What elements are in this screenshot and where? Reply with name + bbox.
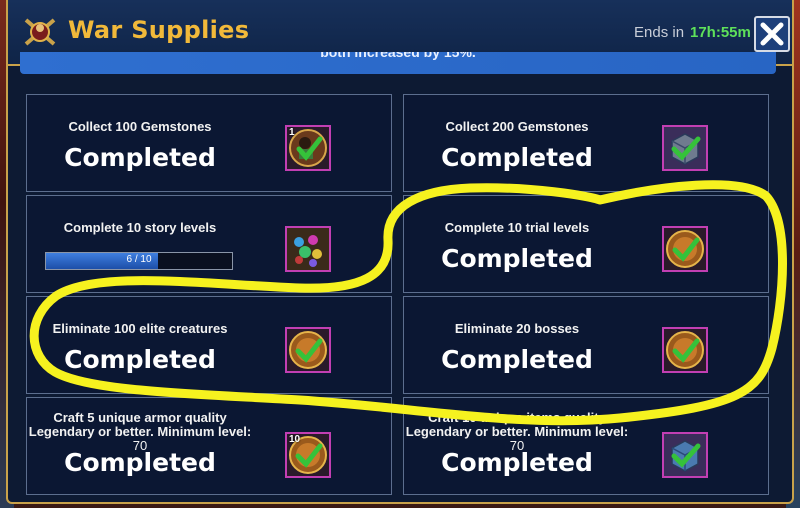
gold-medallion-icon [666, 331, 704, 369]
war-crest-icon [22, 14, 58, 50]
task-status: Completed [64, 345, 216, 374]
progress-text: 6 / 10 [126, 254, 152, 265]
reward-count-badge: 10 [289, 434, 301, 445]
task-label: Collect 200 Gemstones [445, 119, 589, 134]
reward-count-badge: 1 [289, 127, 295, 138]
reward-slot[interactable] [662, 327, 708, 373]
reward-slot[interactable] [285, 327, 331, 373]
reward-slot[interactable] [285, 226, 331, 272]
task-tile-trial-levels: Complete 10 trial levels Completed [403, 195, 769, 293]
task-label: Eliminate 100 elite creatures [52, 321, 228, 336]
bonus-banner: both increased by 15%. [20, 52, 776, 74]
task-status: Completed [441, 448, 593, 477]
reward-slot[interactable]: 10 [285, 432, 331, 478]
reward-slot[interactable] [662, 226, 708, 272]
countdown-timer: 17h:55m [690, 24, 751, 41]
close-button[interactable] [754, 16, 790, 52]
task-status: Completed [441, 143, 593, 172]
close-x-icon [760, 22, 784, 46]
task-tile-collect-200-gemstones: Collect 200 Gemstones Completed [403, 94, 769, 192]
gold-medallion-icon [289, 331, 327, 369]
task-status: Completed [64, 143, 216, 172]
task-label: Eliminate 20 bosses [454, 321, 580, 336]
task-tile-craft-items: Craft 10 unique items quality Legendary … [403, 397, 769, 495]
ends-label: Ends in [634, 24, 685, 41]
task-status: Completed [64, 448, 216, 477]
task-tile-bosses: Eliminate 20 bosses Completed [403, 296, 769, 394]
reward-slot[interactable]: 1 [285, 125, 331, 171]
task-status: Completed [441, 345, 593, 374]
reward-slot[interactable] [662, 125, 708, 171]
gem-pile-icon [287, 228, 329, 270]
task-label: Complete 10 trial levels [444, 220, 590, 235]
task-tile-craft-armor: Craft 5 unique armor quality Legendary o… [26, 397, 392, 495]
banner-text: both increased by 15%. [320, 52, 476, 60]
task-tile-collect-100-gemstones: Collect 100 Gemstones Completed 1 [26, 94, 392, 192]
task-label: Collect 100 Gemstones [68, 119, 212, 134]
task-tile-elite-creatures: Eliminate 100 elite creatures Completed [26, 296, 392, 394]
reward-slot[interactable] [662, 432, 708, 478]
task-tile-story-levels: Complete 10 story levels 6 / 10 [26, 195, 392, 293]
supply-crate-icon [671, 440, 701, 472]
gold-medallion-icon [666, 230, 704, 268]
story-progress-bar: 6 / 10 [45, 252, 233, 270]
task-status: Completed [441, 244, 593, 273]
page-title: War Supplies [68, 16, 250, 44]
task-label: Complete 10 story levels [63, 220, 217, 235]
supply-crate-icon [671, 133, 701, 165]
